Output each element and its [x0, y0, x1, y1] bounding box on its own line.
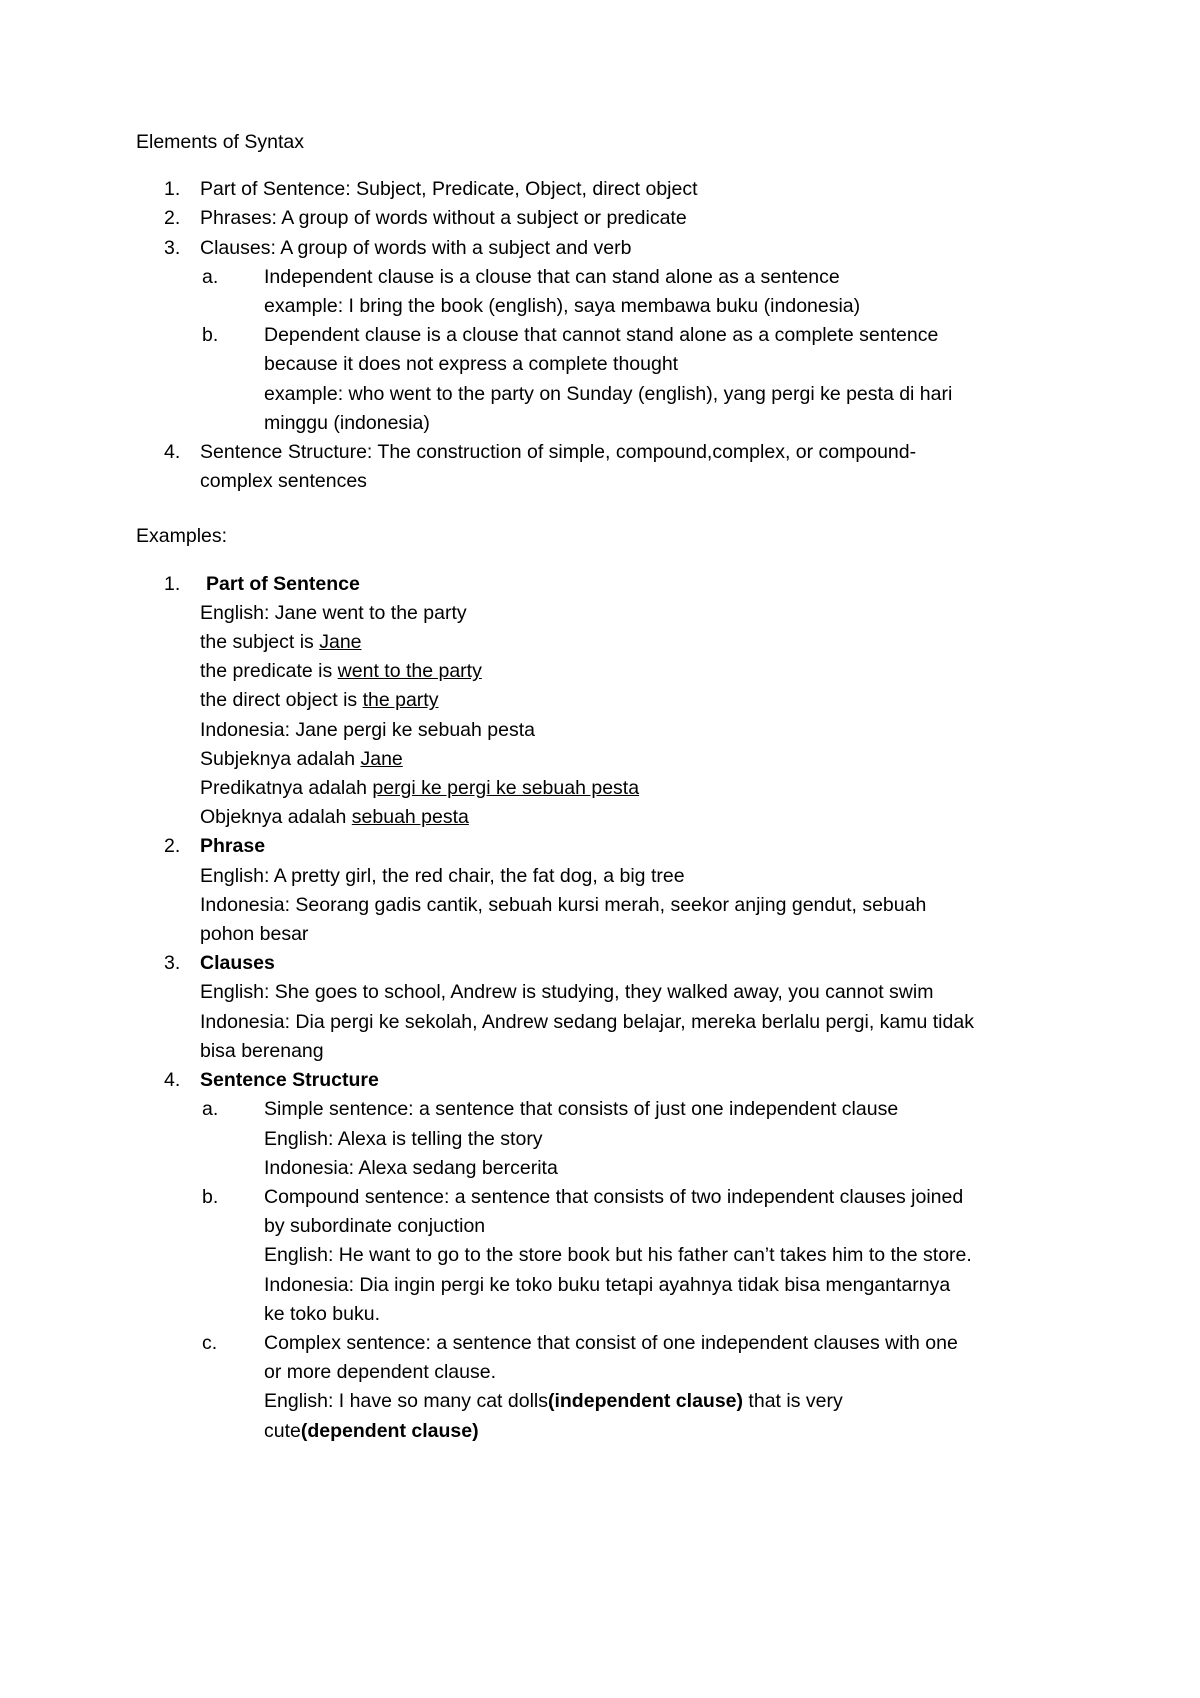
example-line: Objeknya adalah sebuah pesta — [200, 803, 976, 832]
example-line-underline: the party — [362, 689, 439, 712]
example-item-4: 4. Sentence Structure a. Simple sentence… — [136, 1066, 976, 1446]
outline-item-1-marker: 1. — [164, 178, 181, 201]
example-line: Indonesia: Dia ingin pergi ke toko buku … — [264, 1273, 951, 1325]
examples-list: 1. Part of Sentence English: Jane went t… — [136, 570, 976, 1446]
example-line: the subject is Jane — [200, 628, 976, 657]
example-line-text: Indonesia: Jane pergi ke sebuah pesta — [200, 718, 535, 741]
page-title: Elements of Syntax — [136, 131, 304, 153]
example-line-underline: pergi ke pergi ke sebuah pesta — [372, 777, 640, 800]
example-line: the direct object is the party — [200, 686, 976, 715]
example-line: Indonesia: Alexa sedang bercerita — [264, 1156, 558, 1179]
example-item-4c: c. Complex sentence: a sentence that con… — [200, 1329, 976, 1446]
example-line: the predicate is went to the party — [200, 657, 976, 686]
outline-item-3b-marker: b. — [202, 324, 219, 347]
example-line: English: A pretty girl, the red chair, t… — [200, 864, 685, 887]
example-item-1: 1. Part of Sentence English: Jane went t… — [136, 570, 976, 833]
outline-item-3-marker: 3. — [164, 236, 181, 259]
outline-item-3b-text: Dependent clause is a clouse that cannot… — [264, 324, 939, 376]
rich-bold-dependent-clause: (dependent clause) — [300, 1419, 479, 1442]
example-line-text: Subjeknya adalah — [200, 747, 361, 770]
example-line-text: the direct object is — [200, 689, 363, 712]
example-line: English: He want to go to the store book… — [264, 1244, 972, 1267]
example-line-text: Objeknya adalah — [200, 806, 352, 829]
example-line-underline: sebuah pesta — [351, 806, 469, 829]
outline-item-3a-example: example: I bring the book (english), say… — [264, 295, 861, 318]
example-item-4b: b. Compound sentence: a sentence that co… — [200, 1183, 976, 1329]
example-item-4b-marker: b. — [202, 1185, 219, 1208]
example-line: English: She goes to school, Andrew is s… — [200, 981, 934, 1004]
example-item-4-heading: Sentence Structure — [200, 1069, 379, 1092]
example-line-underline: Jane — [319, 631, 362, 654]
example-item-1-marker: 1. — [164, 572, 181, 595]
example-line-text: the predicate is — [200, 660, 338, 683]
example-line: English: Jane went to the party — [200, 599, 976, 628]
outline-item-4: 4. Sentence Structure: The construction … — [136, 438, 976, 496]
example-item-3-heading: Clauses — [200, 952, 275, 975]
outline-item-3a-text: Independent clause is a clouse that can … — [264, 265, 840, 288]
example-item-2: 2. Phrase English: A pretty girl, the re… — [136, 832, 976, 949]
example-line: Predikatnya adalah pergi ke pergi ke seb… — [200, 774, 976, 803]
example-item-4-sublist: a. Simple sentence: a sentence that cons… — [200, 1095, 976, 1445]
example-item-4a: a. Simple sentence: a sentence that cons… — [200, 1095, 976, 1183]
example-line: Indonesia: Seorang gadis cantik, sebuah … — [200, 893, 927, 946]
example-line-underline: Jane — [360, 747, 403, 770]
outline-item-3-sublist: a. Independent clause is a clouse that c… — [200, 263, 976, 438]
example-line: Indonesia: Dia pergi ke sekolah, Andrew … — [200, 1010, 974, 1062]
outline-item-2: 2. Phrases: A group of words without a s… — [136, 204, 976, 233]
outline-item-3-text: Clauses: A group of words with a subject… — [200, 236, 632, 259]
outline-item-3: 3. Clauses: A group of words with a subj… — [136, 234, 976, 438]
example-item-4c-marker: c. — [202, 1331, 218, 1354]
document-page: Elements of Syntax 1. Part of Sentence: … — [0, 0, 1200, 1698]
outline-item-3a-marker: a. — [202, 265, 219, 288]
rich-part-1: English: I have so many cat dolls — [264, 1390, 548, 1413]
examples-label: Examples: — [136, 525, 228, 548]
outline-item-4-text: Sentence Structure: The construction of … — [200, 441, 917, 493]
example-item-3-marker: 3. — [164, 952, 181, 975]
outline-item-3a: a. Independent clause is a clouse that c… — [200, 263, 976, 321]
example-line-underline: went to the party — [337, 660, 482, 683]
outline-item-2-text: Phrases: A group of words without a subj… — [200, 207, 687, 230]
example-item-4b-text: Compound sentence: a sentence that consi… — [264, 1185, 964, 1238]
outline-item-4-marker: 4. — [164, 441, 181, 464]
example-line: Subjeknya adalah Jane — [200, 745, 976, 774]
example-item-1-heading: Part of Sentence — [206, 572, 360, 595]
example-line: Indonesia: Jane pergi ke sebuah pesta — [200, 716, 976, 745]
example-item-4-marker: 4. — [164, 1069, 181, 1092]
rich-bold-independent-clause: (independent clause) — [547, 1390, 744, 1413]
outline-list: 1. Part of Sentence: Subject, Predicate,… — [136, 175, 976, 496]
example-item-4a-text: Simple sentence: a sentence that consist… — [264, 1098, 899, 1121]
outline-item-3b-example: example: who went to the party on Sunday… — [264, 382, 953, 434]
example-item-2-heading: Phrase — [200, 835, 266, 858]
outline-item-3b: b. Dependent clause is a clouse that can… — [200, 321, 976, 438]
example-line-text: Predikatnya adalah — [200, 777, 373, 800]
document-body: Elements of Syntax 1. Part of Sentence: … — [136, 128, 976, 1446]
example-line-rich: English: I have so many cat dolls(indepe… — [264, 1387, 976, 1445]
outline-item-1-text: Part of Sentence: Subject, Predicate, Ob… — [200, 178, 698, 201]
outline-item-2-marker: 2. — [164, 207, 181, 230]
example-item-3: 3. Clauses English: She goes to school, … — [136, 949, 976, 1066]
example-line-text: the subject is — [200, 631, 320, 654]
example-line: English: Alexa is telling the story — [264, 1127, 543, 1150]
example-item-4c-text: Complex sentence: a sentence that consis… — [264, 1331, 958, 1384]
example-item-2-marker: 2. — [164, 835, 181, 858]
outline-item-1: 1. Part of Sentence: Subject, Predicate,… — [136, 175, 976, 204]
example-item-4a-marker: a. — [202, 1098, 219, 1121]
example-line-text: English: Jane went to the party — [200, 601, 467, 624]
